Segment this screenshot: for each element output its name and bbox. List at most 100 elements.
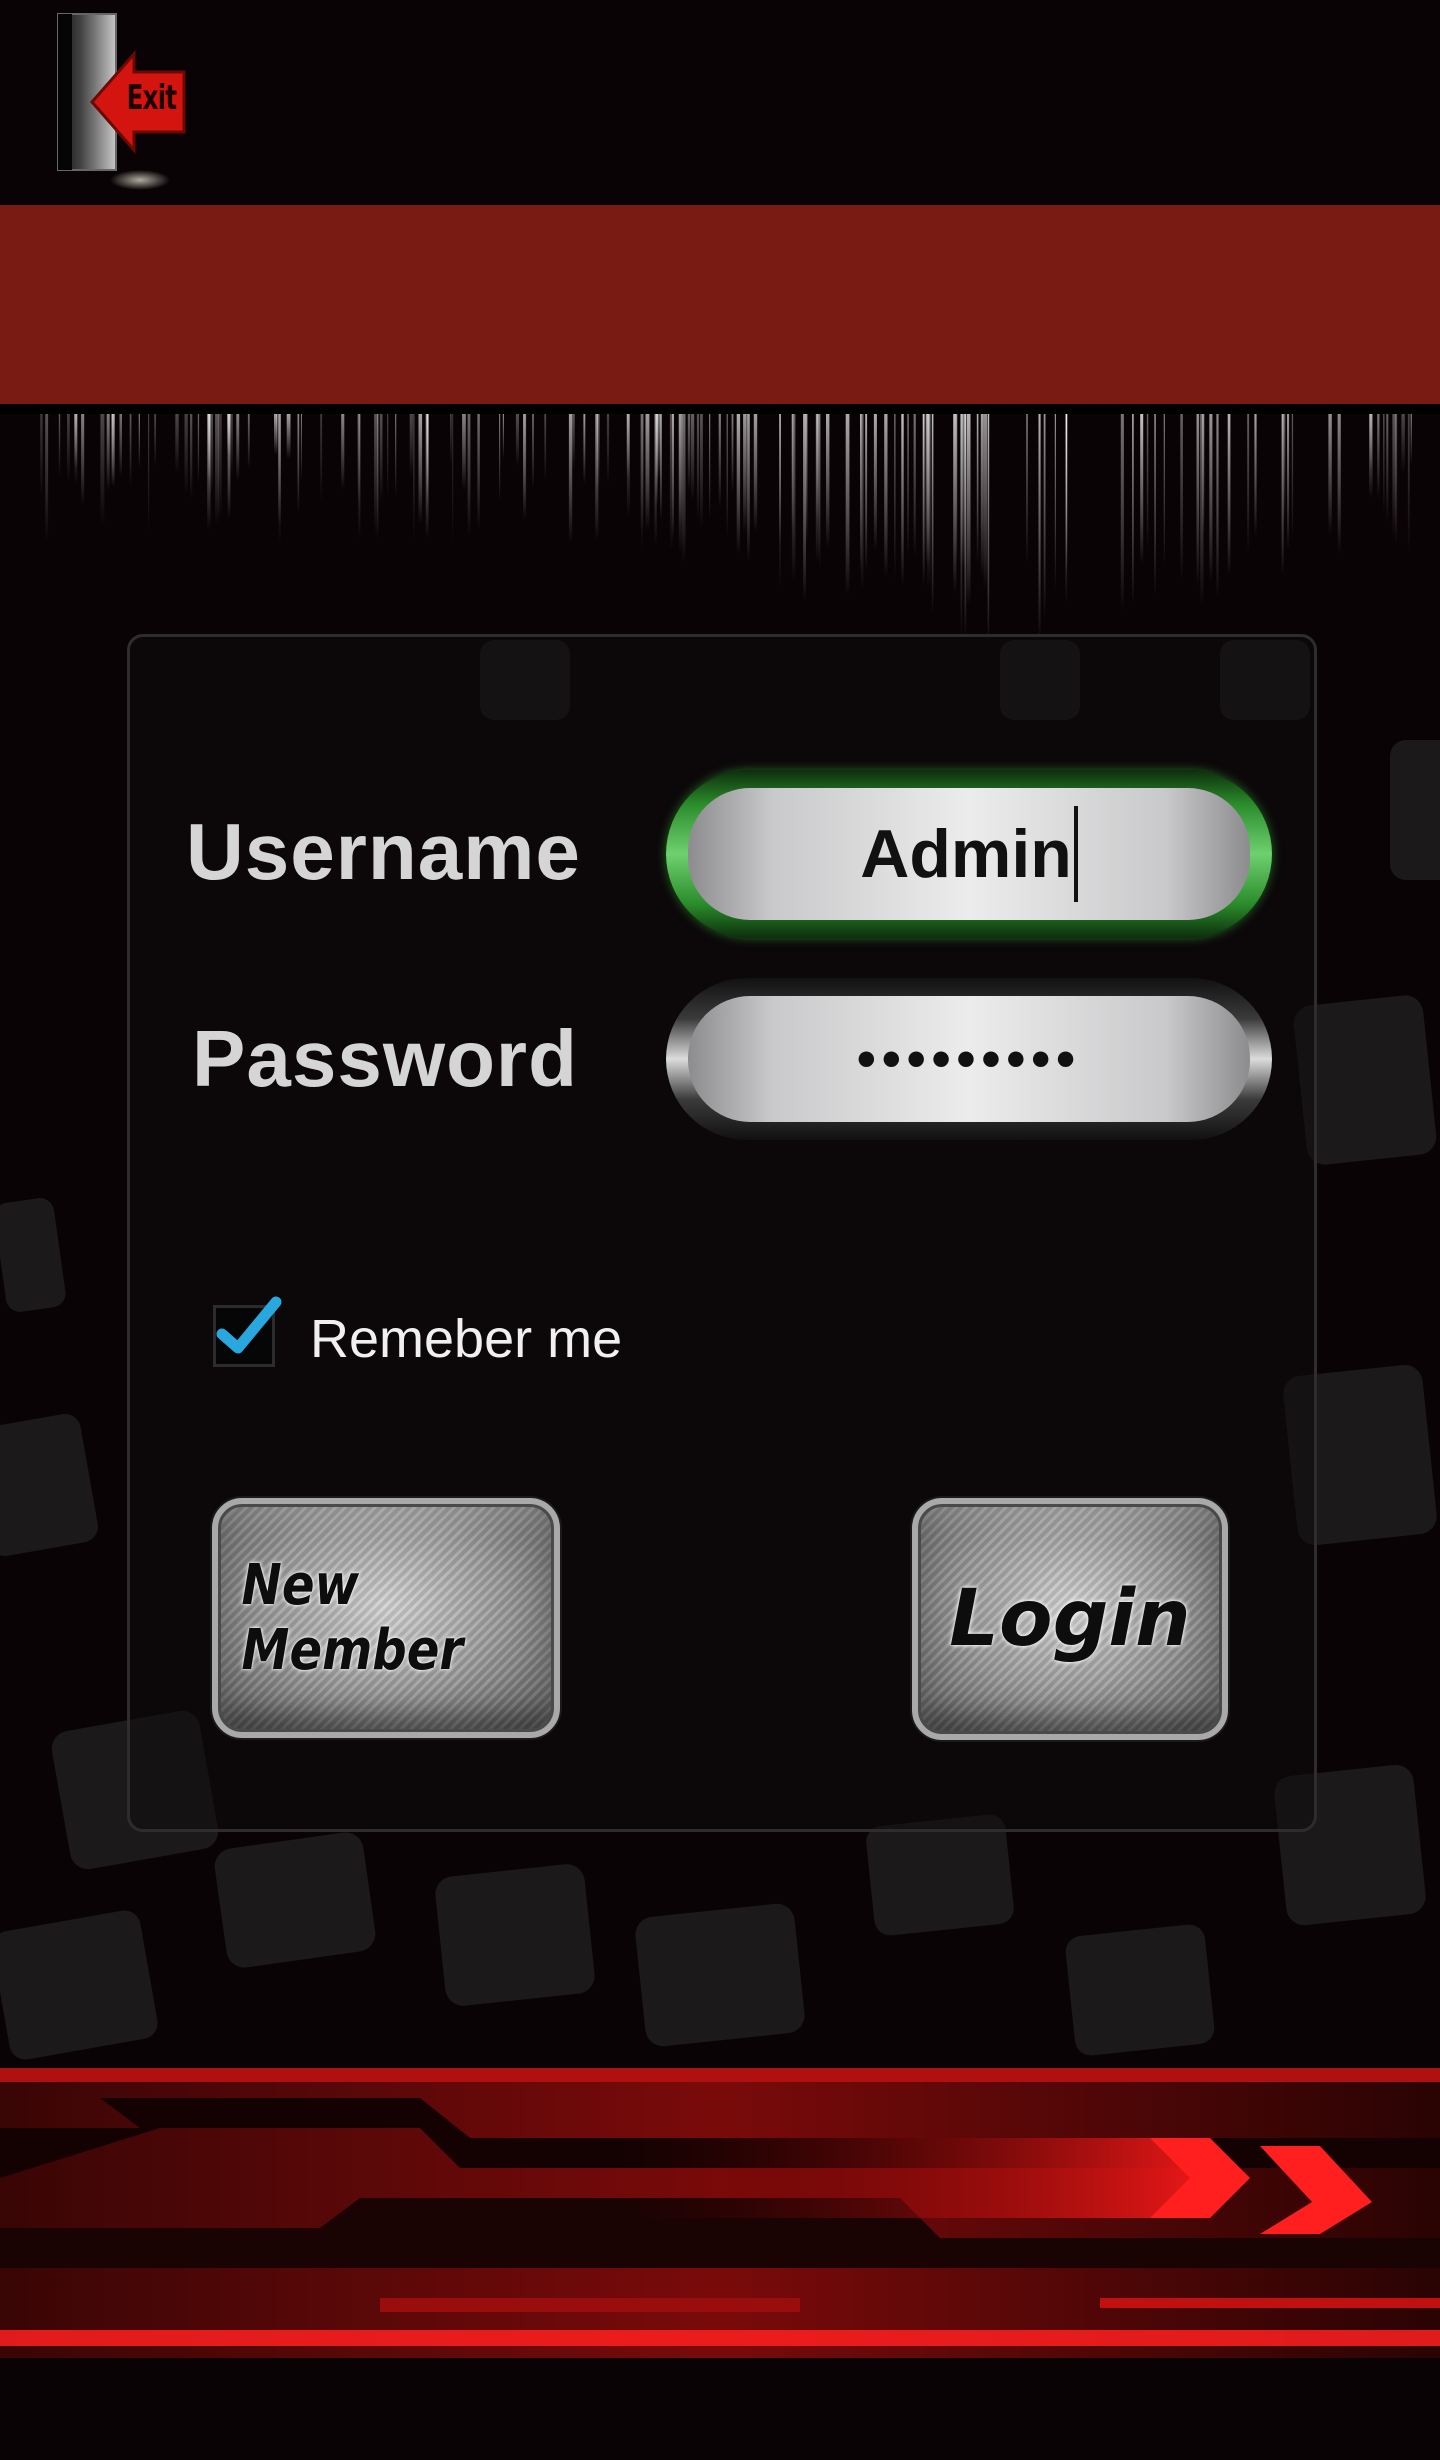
streak-line [67,414,70,482]
remember-me-label[interactable]: Remeber me [310,1308,622,1370]
streak-line [409,414,413,476]
title-band [0,205,1440,405]
streak-line [1043,414,1046,620]
bottom-decoration [0,2068,1440,2460]
streak-line [129,414,132,486]
streak-line [148,414,150,534]
password-field[interactable]: ••••••••• [666,978,1272,1140]
streak-line [747,414,750,562]
streak-line [687,414,691,492]
streak-line [568,414,573,544]
streak-line [286,414,291,459]
streak-line [966,414,971,606]
streak-line [502,414,504,459]
streak-line [154,414,156,467]
streak-line [956,414,958,561]
streak-line [1163,414,1165,569]
streak-line [1216,414,1219,599]
streak-line [236,414,240,481]
streak-line [190,414,193,499]
streak-line [660,414,662,522]
streak-line [320,414,323,502]
streak-line [297,414,300,514]
streak-line [1209,414,1213,583]
streak-line [1180,414,1183,581]
streak-line [106,414,110,492]
exit-button[interactable]: Exit [52,10,192,190]
username-field[interactable]: Admin [666,770,1272,938]
streak-line [358,414,361,540]
streak-line [1287,414,1290,550]
streak-line [845,414,850,596]
remember-me-checkbox[interactable] [213,1296,282,1367]
streak-line [300,414,302,482]
streak-line [736,414,741,554]
streak-line [532,414,534,490]
streak-line [913,414,916,558]
streak-line [379,414,383,502]
streak-line [45,414,49,543]
top-bar: Exit [0,0,1440,205]
streak-line [184,414,188,495]
streak-line [819,414,821,570]
streak-line [247,414,250,470]
streak-line [1132,414,1134,605]
streak-line [40,414,43,498]
streak-decoration [40,414,1412,647]
streak-line [696,414,699,520]
streak-line [606,414,610,484]
streak-line [274,414,278,455]
streak-line [779,414,781,589]
streak-line [805,414,808,544]
text-caret [1073,806,1078,902]
streak-line [278,414,281,526]
streak-line [515,414,519,467]
streak-line [718,414,721,508]
streak-line [976,414,979,563]
new-member-button[interactable]: New Member [212,1498,560,1738]
streak-line [953,414,957,595]
password-value: ••••••••• [856,1029,1082,1089]
streak-line [1154,414,1156,598]
streak-line [100,414,105,525]
streak-line [743,414,747,533]
streak-line [1038,414,1041,642]
username-value: Admin [860,816,1072,892]
streak-line [1254,414,1257,537]
streak-line [709,414,711,521]
login-button[interactable]: Login [912,1498,1228,1740]
password-label: Password [192,1014,578,1103]
streak-line [922,414,925,586]
streak-line [1026,414,1028,565]
streak-line [803,414,806,602]
streak-line [1383,414,1385,515]
streak-line [544,414,547,481]
streak-line [726,414,728,538]
streak-line [626,414,630,477]
streak-line [826,414,830,548]
streak-line [1410,414,1412,465]
streak-line [1281,414,1284,577]
streak-line [731,414,734,494]
streak-line [341,414,345,490]
streak-line [791,414,794,534]
streak-line [450,414,452,467]
streak-line [1386,414,1389,523]
streak-line [690,414,695,501]
streak-line [227,414,231,456]
streak-line [207,414,211,482]
username-label: Username [186,807,581,896]
streak-line [931,414,934,614]
streak-line [74,414,78,485]
streak-line [894,414,896,579]
streak-line [861,414,864,593]
streak-line [641,414,643,552]
streak-line [499,414,501,503]
streak-line [175,414,179,474]
streak-line [983,414,987,590]
streak-line [418,414,423,524]
streak-line [1054,414,1056,590]
streak-line [980,414,984,577]
streak-line [376,414,379,540]
streak-line [815,414,820,564]
